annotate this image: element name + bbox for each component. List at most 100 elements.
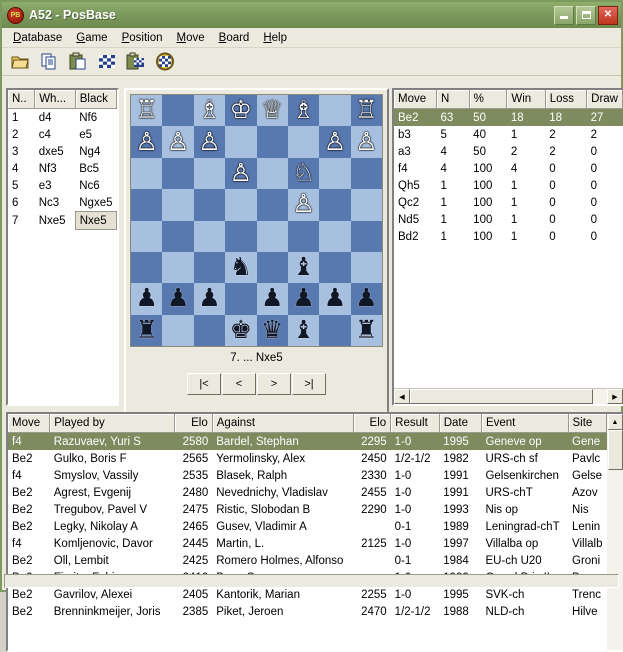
board-square[interactable] (319, 314, 351, 346)
white-pawn-piece[interactable]: ♙ (355, 129, 377, 155)
move-list-col-white[interactable]: Wh... (34, 90, 76, 109)
board-square[interactable] (350, 189, 382, 221)
white-pawn-piece[interactable]: ♙ (230, 160, 252, 186)
board-square[interactable] (131, 189, 163, 221)
board-square[interactable]: ♙ (131, 126, 163, 158)
board-square[interactable]: ♙ (287, 189, 320, 221)
table-row[interactable]: f4 4 100 4 0 0 (394, 160, 623, 177)
games-col-move[interactable]: Move (8, 414, 51, 433)
stats-col-win[interactable]: Win (506, 90, 546, 109)
menu-move[interactable]: Move (170, 30, 212, 46)
table-row[interactable]: Be2 63 50 18 18 27 (394, 108, 623, 126)
menu-position[interactable]: Position (115, 30, 170, 46)
board-square[interactable] (256, 251, 288, 284)
scroll-right-button[interactable]: ▶ (607, 389, 623, 404)
table-row[interactable]: 6 Nc3 Ngxe5 (8, 194, 117, 212)
board-square[interactable] (225, 220, 257, 252)
black-bishop-piece[interactable]: ♝ (292, 255, 314, 280)
board-square[interactable]: ♙ (162, 126, 194, 158)
black-pawn-piece[interactable]: ♟ (292, 286, 314, 311)
black-pawn-piece[interactable]: ♟ (167, 286, 189, 311)
black-pawn-piece[interactable]: ♟ (198, 286, 220, 311)
menu-game[interactable]: Game (69, 30, 114, 46)
board-square[interactable]: ♖ (350, 95, 382, 127)
board-square[interactable]: ♗ (193, 95, 226, 127)
board-square[interactable]: ♙ (193, 126, 226, 158)
white-move[interactable]: c4 (35, 126, 76, 143)
games-vertical-scrollbar[interactable]: ▲ (607, 414, 623, 650)
chess-board-grid[interactable]: ♖ ♗ ♔ ♕ ♗ ♖ ♙ ♙ ♙ ♙ ♙ ♙ ♘ ♙ ♞ ♝ ♟ ♟ ♟ ♟ ♟ ♟ ♟ ♜ ♚ ♛ ♝ ♜ (131, 95, 382, 346)
board-square[interactable] (162, 251, 194, 284)
move-list-col-black[interactable]: Black (75, 90, 118, 109)
move-list-panel[interactable]: N.. Wh... Black 1 d4 Nf6 2 c4 e5 3 dxe5 Ng4 4 N… (6, 88, 119, 406)
last-move-button[interactable]: >| (292, 373, 326, 395)
board-square[interactable]: ♙ (350, 126, 382, 158)
black-bishop-piece[interactable]: ♝ (292, 317, 314, 343)
black-move[interactable]: e5 (75, 126, 116, 143)
table-row[interactable]: a3 4 50 2 2 0 (394, 143, 623, 160)
board-square[interactable]: ♜ (350, 314, 382, 346)
paste-icon[interactable] (68, 52, 88, 71)
white-rook-piece[interactable]: ♖ (355, 98, 377, 123)
table-row[interactable]: 3 dxe5 Ng4 (8, 143, 117, 160)
black-queen-piece[interactable]: ♛ (261, 317, 283, 343)
games-col-result[interactable]: Result (390, 414, 440, 433)
board-square[interactable]: ♟ (131, 283, 163, 315)
board-square[interactable] (319, 95, 351, 127)
table-row[interactable]: Be2 Legky, Nikolay A 2465 Gusev, Vladimir A… (8, 518, 607, 535)
black-move[interactable]: Bc5 (75, 160, 116, 177)
stats-horizontal-scrollbar[interactable]: ◀ ▶ (394, 388, 623, 404)
black-move-selected[interactable]: Nxe5 (74, 211, 118, 230)
table-row[interactable]: 5 e3 Nc6 (8, 177, 117, 194)
menu-help[interactable]: Help (256, 30, 294, 46)
stats-col-pct[interactable]: % (469, 90, 508, 109)
white-move[interactable]: dxe5 (35, 143, 76, 160)
stats-col-move[interactable]: Move (394, 90, 437, 109)
table-row[interactable]: f4 Razuvaev, Yuri S 2580 Bardel, Stephan 229… (8, 432, 607, 450)
board-square[interactable] (256, 126, 288, 158)
board-square[interactable] (193, 314, 226, 346)
board-square[interactable]: ♔ (225, 95, 257, 127)
board-square[interactable] (319, 189, 351, 221)
menu-database[interactable]: Database (6, 30, 69, 46)
white-bishop-piece[interactable]: ♗ (198, 98, 220, 123)
menu-board[interactable]: Board (212, 30, 257, 46)
board-square[interactable] (131, 220, 163, 252)
white-queen-piece[interactable]: ♕ (261, 98, 283, 123)
black-move[interactable]: Nf6 (75, 109, 116, 127)
table-row[interactable]: Be2 Brenninkmeijer, Joris 2385 Piket, Jeroe… (8, 603, 607, 620)
white-pawn-piece[interactable]: ♙ (198, 129, 220, 155)
board-square[interactable]: ♟ (319, 283, 351, 315)
board-square[interactable] (193, 189, 226, 221)
board-square[interactable]: ♝ (287, 251, 320, 284)
board-square[interactable]: ♗ (287, 95, 320, 127)
table-row[interactable]: 7 Nxe5 Nxe5 (8, 211, 118, 230)
board-square[interactable] (319, 251, 351, 284)
board-square[interactable]: ♟ (193, 283, 226, 315)
white-move[interactable]: Nc3 (35, 194, 76, 212)
stats-col-loss[interactable]: Loss (545, 90, 588, 109)
table-row[interactable]: Be2 Tregubov, Pavel V 2475 Ristic, Slobodan… (8, 501, 607, 518)
board-square[interactable]: ♜ (131, 314, 163, 346)
board-square[interactable]: ♖ (131, 95, 163, 127)
board-square[interactable] (319, 157, 351, 190)
minimize-button[interactable] (554, 5, 574, 25)
copy-icon[interactable] (39, 52, 59, 71)
games-col-date[interactable]: Date (439, 414, 482, 433)
board-square[interactable] (193, 157, 226, 190)
board-paste-icon[interactable] (126, 52, 146, 71)
stats-col-n[interactable]: N (436, 90, 470, 109)
white-knight-piece[interactable]: ♘ (292, 160, 314, 186)
black-pawn-piece[interactable]: ♟ (324, 286, 346, 311)
board-square[interactable] (225, 126, 257, 158)
board-square[interactable]: ♕ (256, 95, 288, 127)
board-square[interactable]: ♘ (287, 157, 320, 190)
previous-move-button[interactable]: < (222, 373, 256, 395)
board-square[interactable] (162, 189, 194, 221)
table-row[interactable]: 2 c4 e5 (8, 126, 117, 143)
table-row[interactable]: Be2 Gavrilov, Alexei 2405 Kantorik, Marian 2… (8, 586, 607, 603)
black-pawn-piece[interactable]: ♟ (135, 286, 157, 311)
white-move[interactable]: d4 (35, 109, 76, 127)
black-rook-piece[interactable]: ♜ (355, 317, 377, 343)
board-square[interactable] (256, 220, 288, 252)
